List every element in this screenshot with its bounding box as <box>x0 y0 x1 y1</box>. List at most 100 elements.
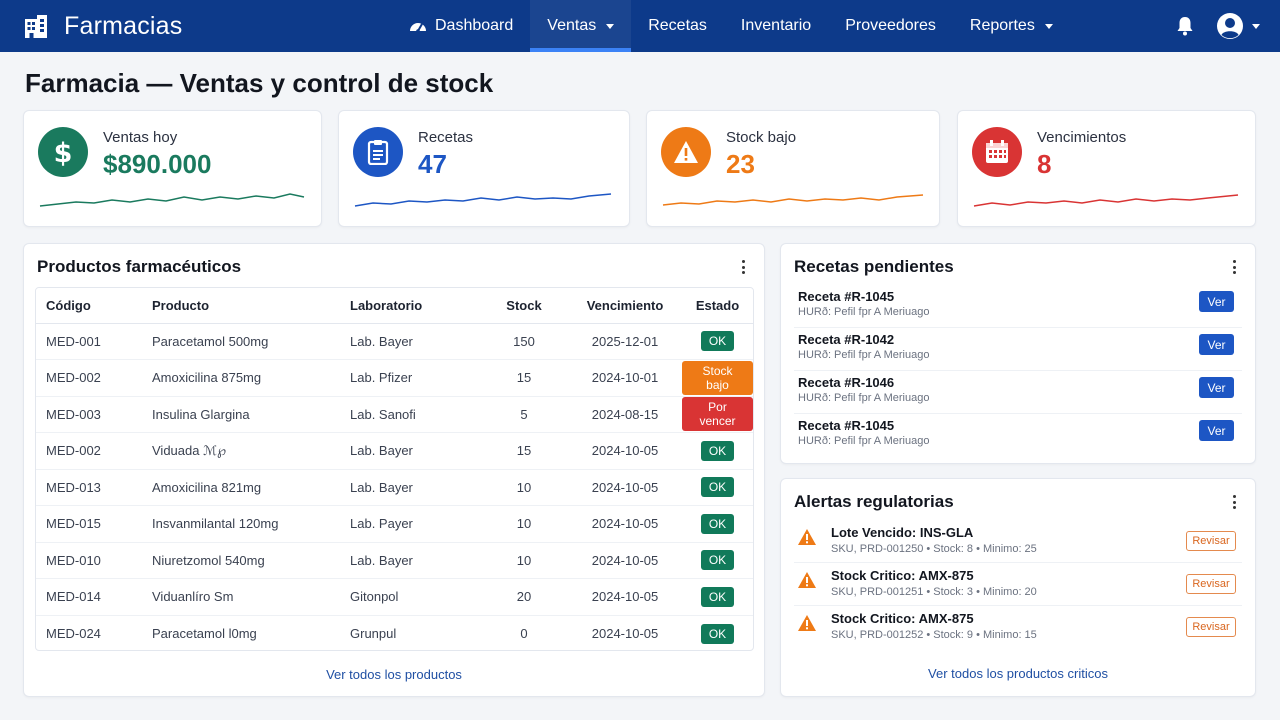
view-all-products-link[interactable]: Ver todos los productos <box>24 667 764 682</box>
calendar-icon <box>972 127 1022 177</box>
bell-icon[interactable] <box>1176 16 1194 36</box>
sparkline <box>354 193 612 207</box>
cell-status: OK <box>682 469 753 506</box>
alert-subtitle: SKU, PRD-001250 • Stock: 8 • Minimo: 25 <box>831 543 1037 555</box>
building-icon <box>25 15 47 38</box>
view-prescription-button[interactable]: Ver <box>1199 334 1234 355</box>
cell-lab: Lab. Bayer <box>350 469 480 506</box>
review-alert-button[interactable]: Revisar <box>1186 617 1236 637</box>
table-row[interactable]: MED-010 Niuretzomol 540mg Lab. Bayer 10 2024… <box>36 542 753 579</box>
prescriptions-panel: Recetas pendientes Receta #R-1045 HURð: P… <box>780 243 1256 464</box>
nav-proveedores[interactable]: Proveedores <box>828 0 953 52</box>
warning-icon <box>798 529 816 545</box>
table-row[interactable]: MED-013 Amoxicilina 821mg Lab. Bayer 10 2024… <box>36 469 753 506</box>
clipboard-icon <box>353 127 403 177</box>
cell-product: Insvanmilantal 120mg <box>152 505 350 543</box>
col-header-product[interactable]: Producto <box>152 288 350 324</box>
view-prescription-button[interactable]: Ver <box>1199 377 1234 398</box>
cell-code: MED-014 <box>36 578 152 616</box>
alert-title: Stock Critico: AMX-875 <box>831 611 974 626</box>
col-header-expiry[interactable]: Vencimiento <box>568 288 682 324</box>
col-header-status[interactable]: Estado <box>682 288 753 324</box>
more-vert-icon[interactable] <box>736 258 750 276</box>
brand[interactable]: Farmacias <box>22 0 183 52</box>
col-header-lab[interactable]: Laboratorio <box>350 288 480 324</box>
prescription-subtitle: HURð: Pefil fpr A Meriuago <box>798 349 930 361</box>
col-header-stock[interactable]: Stock <box>480 288 568 324</box>
table-header-row: Código Producto Laboratorio Stock Vencim… <box>36 288 753 324</box>
cell-code: MED-015 <box>36 505 152 543</box>
cell-stock: 15 <box>480 359 568 397</box>
svg-text:$: $ <box>54 138 73 167</box>
cell-stock: 15 <box>480 432 568 470</box>
cell-lab: Lab. Sanofi <box>350 396 480 433</box>
nav-ventas[interactable]: Ventas <box>530 0 632 52</box>
more-vert-icon[interactable] <box>1227 493 1241 511</box>
nav-proveedores-label: Proveedores <box>845 17 936 34</box>
cell-product: Amoxicilina 821mg <box>152 469 350 506</box>
cell-product: Viduanlíro Sm <box>152 578 350 616</box>
nav-reportes[interactable]: Reportes <box>953 0 1070 52</box>
nav-recetas[interactable]: Recetas <box>631 0 724 52</box>
alerts-panel-title: Alertas regulatorias <box>794 492 954 511</box>
kpi-card-recetas: Recetas 47 <box>338 110 630 227</box>
cell-expiry: 2024-10-01 <box>568 359 682 397</box>
cell-product: Insulina Glargina <box>152 396 350 433</box>
kpi-value: 8 <box>1037 149 1052 179</box>
nav-dashboard[interactable]: Dashboard <box>392 0 530 52</box>
review-alert-button[interactable]: Revisar <box>1186 574 1236 594</box>
cell-product: Paracetamol 500mg <box>152 323 350 360</box>
sparkline <box>39 193 305 207</box>
review-alert-button[interactable]: Revisar <box>1186 531 1236 551</box>
cell-expiry: 2024-10-05 <box>568 469 682 506</box>
page-title: Farmacia — Ventas y control de stock <box>25 68 494 98</box>
cell-lab: Lab. Bayer <box>350 432 480 470</box>
view-prescription-button[interactable]: Ver <box>1199 420 1234 441</box>
prescription-subtitle: HURð: Pefil fpr A Meriuago <box>798 306 930 318</box>
table-row[interactable]: MED-002 Viduada ℳ℘ Lab. Bayer 15 2024-10-05 O… <box>36 432 753 470</box>
nav-inventario[interactable]: Inventario <box>724 0 828 52</box>
table-row[interactable]: MED-002 Amoxicilina 875mg Lab. Pfizer 15 202… <box>36 359 753 397</box>
cell-product: Amoxicilina 875mg <box>152 359 350 397</box>
user-menu[interactable] <box>1216 12 1260 40</box>
list-item: Lote Vencido: INS-GLA SKU, PRD-001250 • S… <box>794 520 1242 563</box>
nav-reportes-label: Reportes <box>969 17 1035 34</box>
kpi-value: 47 <box>418 149 447 179</box>
gauge-icon <box>410 23 426 33</box>
more-vert-icon[interactable] <box>1227 258 1241 276</box>
main-nav: Dashboard Ventas Recetas Inventario Prov… <box>392 0 1070 52</box>
cell-lab: Lab. Payer <box>350 505 480 543</box>
alert-subtitle: SKU, PRD-001252 • Stock: 9 • Minimo: 15 <box>831 629 1037 641</box>
table-row[interactable]: MED-003 Insulina Glargina Lab. Sanofi 5 2024… <box>36 396 753 433</box>
kpi-card-ventas: $ Ventas hoy $890.000 <box>23 110 322 227</box>
products-panel-title: Productos farmacéuticos <box>37 257 242 276</box>
prescription-title: Receta #R-1045 <box>798 289 895 304</box>
cell-stock: 0 <box>520 626 528 641</box>
cell-status: OK <box>682 323 753 360</box>
sparkline <box>662 194 924 206</box>
table-row[interactable]: MED-015 Insvanmilantal 120mg Lab. Payer 10 2… <box>36 505 753 543</box>
view-prescription-button[interactable]: Ver <box>1199 291 1234 312</box>
table-row[interactable]: MED-001 Paracetamol 500mg Lab. Bayer 150 202… <box>36 323 753 360</box>
status-badge: Por vencer <box>682 397 753 432</box>
cell-status: OK <box>682 578 753 616</box>
table-row[interactable]: MED-024 Paracetamol l0mg Grunpul 0 2024-10-0… <box>36 615 753 650</box>
products-table: Código Producto Laboratorio Stock Vencim… <box>35 287 754 651</box>
status-badge: OK <box>700 331 735 352</box>
warning-icon <box>798 572 816 588</box>
cell-expiry: 2024-10-05 <box>568 578 682 616</box>
status-badge: OK <box>700 623 735 644</box>
cell-lab: Lab. Pfizer <box>350 359 480 397</box>
kpi-label: Vencimientos <box>1037 129 1127 146</box>
table-row[interactable]: MED-014 Viduanlíro Sm Gitonpol 20 2024-10-05… <box>36 578 753 616</box>
list-item: Receta #R-1045 HURð: Pefil fpr A Meriuago… <box>794 285 1242 328</box>
cell-lab: Lab. Bayer <box>350 542 480 579</box>
status-badge: Stock bajo <box>682 360 753 395</box>
col-header-code[interactable]: Código <box>36 288 152 324</box>
cell-code: MED-013 <box>36 469 152 506</box>
chevron-down-icon <box>1252 23 1260 29</box>
cell-expiry: 2024-10-05 <box>568 432 682 470</box>
view-critical-products-link[interactable]: Ver todos los productos criticos <box>781 666 1255 681</box>
list-item: Stock Critico: AMX-875 SKU, PRD-001251 • … <box>794 563 1242 606</box>
kpi-card-stock-bajo: Stock bajo 23 <box>646 110 940 227</box>
